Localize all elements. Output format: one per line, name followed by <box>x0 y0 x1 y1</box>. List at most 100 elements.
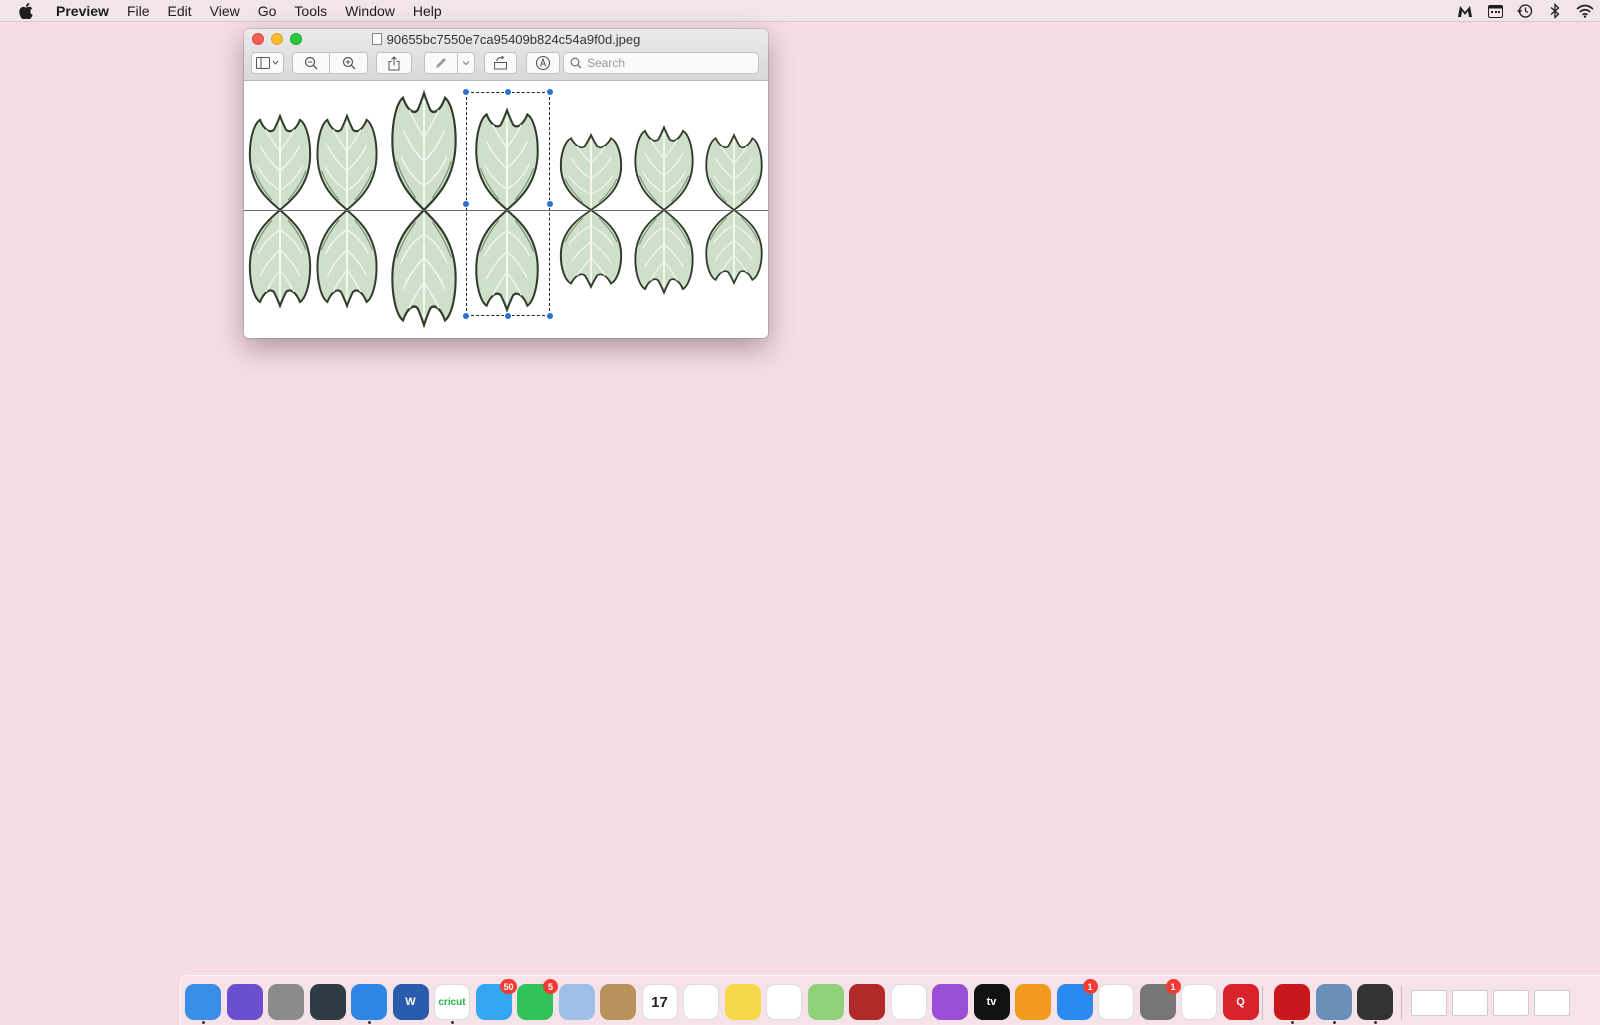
wifi-icon[interactable] <box>1576 3 1594 19</box>
calendar-icon[interactable]: 17 <box>641 984 678 1020</box>
rotate-button[interactable] <box>484 52 517 74</box>
calendar-label: 17 <box>651 993 668 1011</box>
zoom-in-icon <box>342 56 355 70</box>
cricut-label: cricut <box>438 996 466 1008</box>
contacts-icon[interactable] <box>600 984 636 1020</box>
bluetooth-icon[interactable] <box>1546 3 1564 19</box>
selection-handle-top[interactable] <box>504 88 512 96</box>
running-indicator <box>1332 1021 1336 1024</box>
music-icon[interactable] <box>1098 984 1134 1020</box>
chevron-down-icon <box>462 61 470 66</box>
menu-app-name[interactable]: Preview <box>50 0 118 22</box>
status-area <box>1456 0 1594 22</box>
siri-icon[interactable] <box>226 984 263 1020</box>
app-store-icon[interactable]: 1 <box>1056 979 1098 1020</box>
markup-menu-button[interactable] <box>458 52 475 74</box>
dock: Wcricut 50 5 17 tv 1 1 Q <box>180 975 1600 1025</box>
finder-icon[interactable] <box>185 984 221 1020</box>
notification-badge: 1 <box>1165 979 1181 994</box>
safari-icon[interactable] <box>351 984 387 1020</box>
menu-file[interactable]: File <box>118 0 159 22</box>
sidebar-toggle-button[interactable] <box>251 52 284 74</box>
selection-handle-top-right[interactable] <box>546 88 554 96</box>
notification-badge: 5 <box>543 979 558 994</box>
minimized-window-2[interactable] <box>1451 990 1488 1016</box>
markup-pen-button[interactable] <box>424 52 458 74</box>
selection-handle-bottom[interactable] <box>504 312 512 320</box>
menu-tools[interactable]: Tools <box>285 0 336 22</box>
notes-icon[interactable] <box>724 984 761 1020</box>
search-input[interactable] <box>587 56 747 70</box>
running-indicator <box>1374 1021 1377 1024</box>
maps-icon[interactable] <box>807 984 844 1020</box>
selection-handle-bottom-left[interactable] <box>462 312 470 320</box>
running-indicator <box>1291 1021 1294 1024</box>
acrobat-icon[interactable] <box>1274 984 1310 1020</box>
selection-handle-right[interactable] <box>546 200 554 208</box>
zoom-out-button[interactable] <box>292 52 330 74</box>
markup-group <box>424 52 475 74</box>
podcasts-icon[interactable] <box>932 984 968 1020</box>
menu-bar: Preview File Edit View Go Tools Window H… <box>0 0 1600 22</box>
mail-icon[interactable] <box>558 984 595 1020</box>
image-canvas[interactable] <box>244 82 768 338</box>
selection-handle-left[interactable] <box>462 200 470 208</box>
menu-go[interactable]: Go <box>249 0 286 22</box>
running-indicator <box>368 1021 371 1024</box>
menu-view[interactable]: View <box>201 0 249 22</box>
selection-rectangle[interactable] <box>462 88 554 320</box>
minimized-window-4[interactable] <box>1533 990 1570 1016</box>
chrome-icon[interactable] <box>1181 984 1217 1020</box>
zoom-in-button[interactable] <box>330 52 368 74</box>
minimized-window-3[interactable] <box>1492 990 1529 1016</box>
menu-edit[interactable]: Edit <box>159 0 201 22</box>
photos-icon[interactable] <box>766 984 802 1020</box>
malwarebytes-icon[interactable] <box>1456 3 1474 19</box>
zoom-out-icon <box>304 56 318 70</box>
mission-control-icon[interactable] <box>309 984 346 1020</box>
tv-icon[interactable]: tv <box>973 984 1010 1020</box>
search-field[interactable] <box>563 52 759 74</box>
running-indicator <box>451 1021 454 1024</box>
sidebar-icon <box>255 57 278 69</box>
share-button[interactable] <box>376 52 412 74</box>
title-bar[interactable]: 90655bc7550e7ca95409b824c54a9f0d.jpeg <box>244 29 768 81</box>
minimized-window-1[interactable] <box>1410 990 1447 1016</box>
quicken-icon[interactable]: Q <box>1222 984 1259 1020</box>
markup-toolbar-button[interactable] <box>526 52 560 74</box>
notification-badge: 1 <box>1082 979 1098 994</box>
preview-window: 90655bc7550e7ca95409b824c54a9f0d.jpeg <box>244 29 768 338</box>
word-icon[interactable]: W <box>392 984 429 1020</box>
time-machine-icon[interactable] <box>1516 3 1534 19</box>
share-icon <box>388 55 400 70</box>
dock-separator <box>1262 986 1263 1020</box>
selection-handle-top-left[interactable] <box>462 88 470 96</box>
selection-handle-bottom-right[interactable] <box>546 312 554 320</box>
rotate-icon <box>494 56 507 70</box>
facetime-icon[interactable]: 5 <box>517 979 558 1020</box>
news-icon[interactable] <box>890 984 927 1020</box>
calendar-widget-icon[interactable] <box>1486 3 1504 19</box>
notification-badge: 50 <box>500 979 517 994</box>
preview-icon[interactable] <box>1315 984 1352 1020</box>
cricut-icon[interactable]: cricut <box>434 984 470 1020</box>
running-indicator <box>202 1021 205 1024</box>
tv-label: tv <box>986 996 997 1008</box>
pen-icon <box>436 58 446 68</box>
books-icon[interactable] <box>1015 984 1051 1020</box>
quicken-label: Q <box>1236 996 1245 1008</box>
search-icon <box>570 57 582 69</box>
apple-menu-icon[interactable] <box>16 0 36 22</box>
window-title: 90655bc7550e7ca95409b824c54a9f0d.jpeg <box>244 30 768 48</box>
menu-window[interactable]: Window <box>336 0 404 22</box>
word-label: W <box>405 996 416 1008</box>
gear-icon[interactable]: 1 <box>1139 979 1181 1020</box>
zoom-group <box>292 52 368 74</box>
rocket-icon[interactable] <box>268 984 304 1020</box>
messages-icon[interactable]: 50 <box>475 979 517 1020</box>
photo-booth-icon[interactable] <box>849 984 885 1020</box>
menu-help[interactable]: Help <box>404 0 451 22</box>
reminders-icon[interactable] <box>683 984 719 1020</box>
document-icon[interactable] <box>371 33 382 45</box>
inkscape-icon[interactable] <box>1357 984 1393 1020</box>
